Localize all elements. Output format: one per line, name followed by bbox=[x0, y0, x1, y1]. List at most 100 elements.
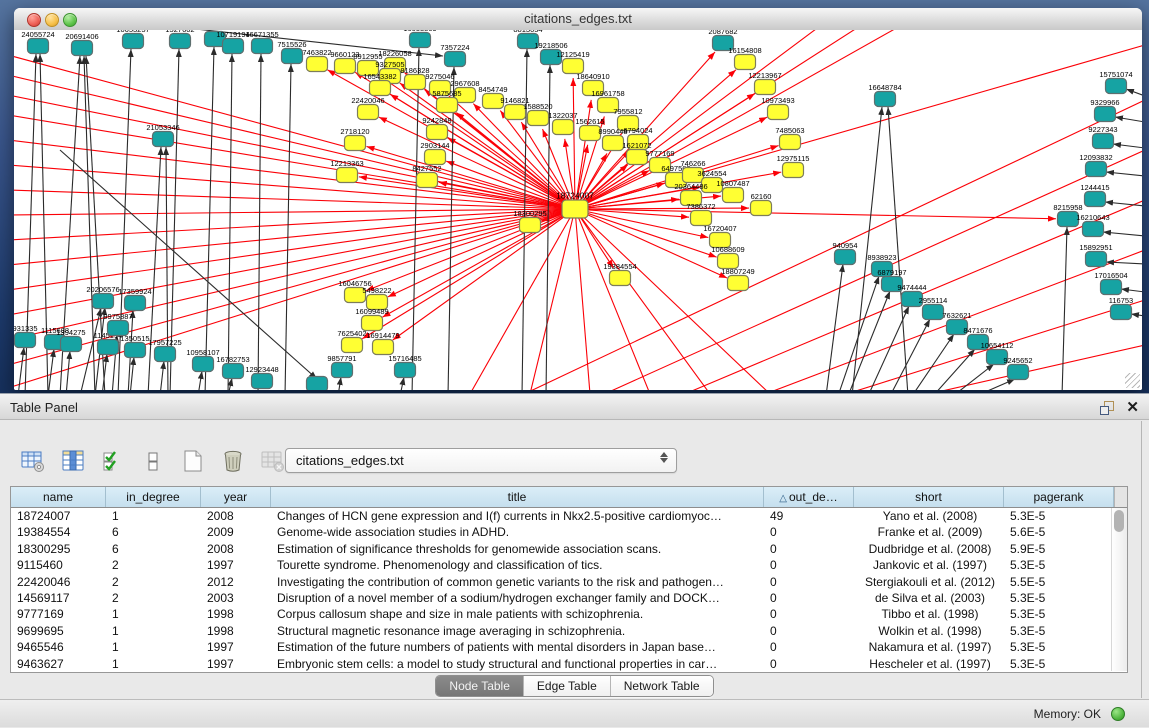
network-window-titlebar[interactable]: citations_edges.txt bbox=[14, 8, 1142, 31]
column-header-title[interactable]: title bbox=[271, 487, 764, 507]
float-window-icon[interactable] bbox=[1100, 401, 1114, 415]
graph-node[interactable] bbox=[61, 337, 82, 352]
graph-node[interactable] bbox=[610, 271, 631, 286]
table-row[interactable]: 977716911998Corpus callosum shape and si… bbox=[11, 606, 1127, 622]
graph-node[interactable] bbox=[1095, 107, 1116, 122]
graph-node[interactable] bbox=[835, 250, 856, 265]
graph-node[interactable] bbox=[15, 333, 36, 348]
graph-node[interactable] bbox=[751, 201, 772, 216]
vertical-scrollbar[interactable] bbox=[1111, 508, 1127, 671]
graph-node[interactable] bbox=[728, 276, 749, 291]
graph-node[interactable] bbox=[783, 163, 804, 178]
close-icon[interactable]: ✕ bbox=[1126, 401, 1139, 415]
graph-node[interactable] bbox=[332, 363, 353, 378]
show-columns-icon[interactable] bbox=[58, 446, 88, 476]
graph-node[interactable] bbox=[282, 49, 303, 64]
graph-node[interactable] bbox=[603, 136, 624, 151]
graph-node[interactable] bbox=[170, 34, 191, 49]
graph-node[interactable] bbox=[445, 52, 466, 67]
graph-node[interactable] bbox=[223, 364, 244, 379]
graph-node[interactable] bbox=[108, 321, 129, 336]
graph-node[interactable] bbox=[427, 125, 448, 140]
graph-node[interactable] bbox=[768, 105, 789, 120]
graph-node[interactable] bbox=[193, 357, 214, 372]
window-resize-grip[interactable] bbox=[1125, 373, 1140, 388]
graph-node[interactable] bbox=[437, 98, 458, 113]
column-header-in_degree[interactable]: in_degree bbox=[106, 487, 201, 507]
graph-node[interactable] bbox=[1093, 134, 1114, 149]
scrollbar-thumb[interactable] bbox=[1114, 510, 1124, 532]
graph-node[interactable] bbox=[93, 294, 114, 309]
column-header-year[interactable]: year bbox=[201, 487, 271, 507]
graph-node[interactable] bbox=[1085, 192, 1106, 207]
graph-node[interactable] bbox=[1101, 280, 1122, 295]
tab-edge-table[interactable]: Edge Table bbox=[523, 676, 610, 696]
graph-node[interactable] bbox=[1086, 252, 1107, 267]
graph-node[interactable] bbox=[755, 80, 776, 95]
network-window[interactable]: citations_edges.txt 24055724206914061065… bbox=[14, 8, 1142, 390]
column-header-out_de[interactable]: △out_de… bbox=[764, 487, 854, 507]
graph-node[interactable] bbox=[342, 338, 363, 353]
graph-node[interactable] bbox=[875, 92, 896, 107]
graph-node[interactable] bbox=[358, 105, 379, 120]
graph-node[interactable] bbox=[723, 188, 744, 203]
graph-node[interactable] bbox=[155, 347, 176, 362]
table-row[interactable]: 1830029562008Estimation of significance … bbox=[11, 541, 1127, 557]
graph-node[interactable] bbox=[252, 39, 273, 54]
graph-node[interactable] bbox=[1008, 365, 1029, 380]
graph-node[interactable] bbox=[528, 111, 549, 126]
graph-node[interactable] bbox=[223, 39, 244, 54]
graph-node[interactable] bbox=[923, 305, 944, 320]
delete-table-icon[interactable] bbox=[258, 446, 288, 476]
table-row[interactable]: 946362711997Embryonic stem cells: a mode… bbox=[11, 656, 1127, 672]
window-close-button[interactable] bbox=[27, 13, 41, 27]
table-mode-icon[interactable] bbox=[18, 446, 48, 476]
graph-node[interactable] bbox=[627, 150, 648, 165]
table-row[interactable]: 1456911722003Disruption of a novel membe… bbox=[11, 590, 1127, 606]
table-row[interactable]: 1872400712008Changes of HCN gene express… bbox=[11, 508, 1127, 524]
select-all-columns-icon[interactable] bbox=[98, 446, 128, 476]
graph-node[interactable] bbox=[553, 120, 574, 135]
graph-node[interactable] bbox=[410, 33, 431, 48]
graph-node[interactable] bbox=[345, 136, 366, 151]
graph-node[interactable] bbox=[1083, 222, 1104, 237]
graph-node[interactable] bbox=[98, 340, 119, 355]
graph-node[interactable] bbox=[580, 126, 601, 141]
clear-selection-icon[interactable] bbox=[138, 446, 168, 476]
table-row[interactable]: 2242004622012Investigating the contribut… bbox=[11, 574, 1127, 590]
graph-node[interactable] bbox=[153, 132, 174, 147]
table-select-dropdown[interactable]: citations_edges.txt bbox=[285, 448, 677, 473]
tab-network-table[interactable]: Network Table bbox=[610, 676, 713, 696]
graph-node[interactable] bbox=[1106, 79, 1127, 94]
graph-node[interactable] bbox=[28, 39, 49, 54]
graph-node[interactable] bbox=[307, 57, 328, 72]
graph-node[interactable] bbox=[417, 173, 438, 188]
tab-node-table[interactable]: Node Table bbox=[436, 676, 523, 696]
graph-node[interactable] bbox=[337, 168, 358, 183]
graph-node[interactable] bbox=[520, 218, 541, 233]
table-row[interactable]: 911546021997Tourette syndrome. Phenomeno… bbox=[11, 557, 1127, 573]
table-row[interactable]: 969969511998Structural magnetic resonanc… bbox=[11, 623, 1127, 639]
graph-node[interactable] bbox=[505, 105, 526, 120]
graph-node[interactable] bbox=[425, 150, 446, 165]
column-header-pagerank[interactable]: pagerank bbox=[1004, 487, 1114, 507]
graph-node[interactable] bbox=[405, 75, 426, 90]
graph-node[interactable] bbox=[1111, 305, 1132, 320]
network-canvas[interactable]: 2405572420691406106532571527602646616010… bbox=[14, 30, 1142, 390]
column-header-short[interactable]: short bbox=[854, 487, 1004, 507]
table-row[interactable]: 946554611997Estimation of the future num… bbox=[11, 639, 1127, 655]
graph-node[interactable] bbox=[252, 374, 273, 389]
table-row[interactable]: 1938455462009Genome-wide association stu… bbox=[11, 524, 1127, 540]
graph-node[interactable] bbox=[125, 296, 146, 311]
delete-column-icon[interactable] bbox=[218, 446, 248, 476]
window-minimize-button[interactable] bbox=[45, 13, 59, 27]
graph-node[interactable] bbox=[370, 81, 391, 96]
create-column-icon[interactable] bbox=[178, 446, 208, 476]
graph-node[interactable] bbox=[307, 377, 328, 391]
graph-node[interactable] bbox=[1086, 162, 1107, 177]
graph-node[interactable] bbox=[335, 59, 356, 74]
graph-node[interactable] bbox=[562, 200, 588, 218]
graph-node[interactable] bbox=[395, 363, 416, 378]
column-header-name[interactable]: name bbox=[11, 487, 106, 507]
graph-node[interactable] bbox=[735, 55, 756, 70]
